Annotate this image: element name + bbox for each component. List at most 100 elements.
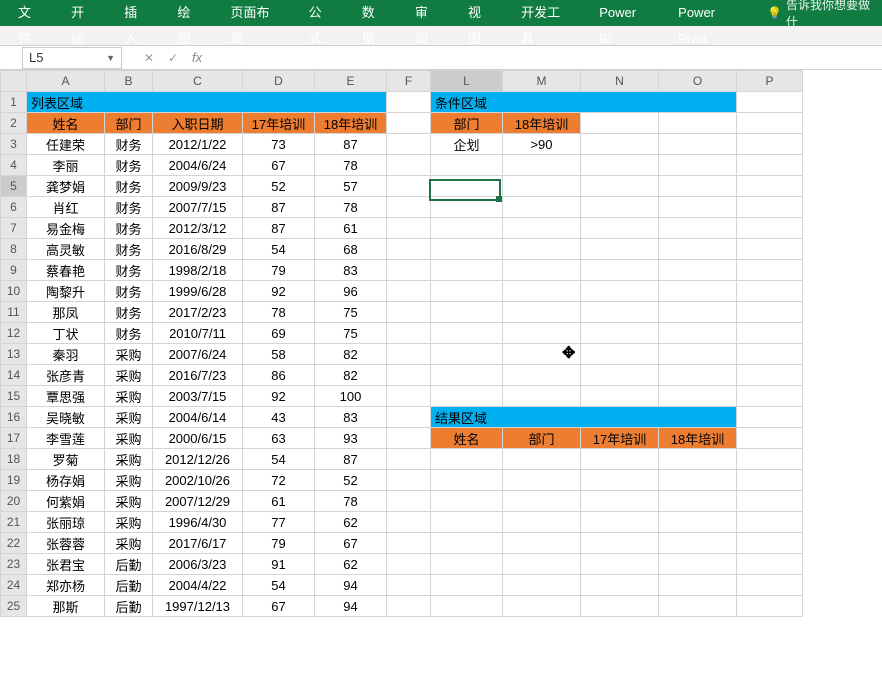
cell[interactable] <box>737 113 803 134</box>
cell[interactable]: 那斯 <box>27 596 105 617</box>
cell[interactable]: 68 <box>315 239 387 260</box>
cell[interactable] <box>737 428 803 449</box>
cell[interactable]: 2016/8/29 <box>153 239 243 260</box>
cell[interactable] <box>581 134 659 155</box>
cell[interactable]: 2003/7/15 <box>153 386 243 407</box>
spreadsheet-grid[interactable]: ABCDEFLMNOP1列表区域条件区域2姓名部门入职日期17年培训18年培训部… <box>0 70 803 617</box>
cell[interactable] <box>659 218 737 239</box>
cell[interactable] <box>503 533 581 554</box>
cell[interactable] <box>387 512 431 533</box>
name-box[interactable]: L5 ▼ <box>22 47 122 69</box>
cell[interactable]: 张君宝 <box>27 554 105 575</box>
cell[interactable]: 2009/9/23 <box>153 176 243 197</box>
row-header[interactable]: 22 <box>1 533 27 554</box>
cell[interactable]: 财务 <box>105 197 153 218</box>
cell[interactable] <box>503 218 581 239</box>
cell[interactable]: 陶黎升 <box>27 281 105 302</box>
ribbon-tab[interactable]: 页面布局 <box>216 0 294 26</box>
col-header[interactable]: O <box>659 71 737 92</box>
cell[interactable]: 2012/3/12 <box>153 218 243 239</box>
cell[interactable] <box>503 197 581 218</box>
cell[interactable]: 77 <box>243 512 315 533</box>
cell[interactable]: 54 <box>243 575 315 596</box>
cell[interactable]: 采购 <box>105 407 153 428</box>
cell[interactable] <box>737 470 803 491</box>
cell[interactable]: 2002/10/26 <box>153 470 243 491</box>
cell[interactable] <box>431 533 503 554</box>
cell[interactable] <box>431 344 503 365</box>
cell[interactable] <box>503 302 581 323</box>
cell[interactable] <box>503 554 581 575</box>
cell[interactable]: 结果区域 <box>431 407 737 428</box>
cell[interactable]: 丁状 <box>27 323 105 344</box>
cell[interactable]: >90 <box>503 134 581 155</box>
ribbon-tab[interactable]: 视图 <box>454 0 507 26</box>
cell[interactable] <box>737 323 803 344</box>
cell[interactable]: 张丽琼 <box>27 512 105 533</box>
cell[interactable]: 2004/6/24 <box>153 155 243 176</box>
row-header[interactable]: 21 <box>1 512 27 533</box>
cell[interactable] <box>431 386 503 407</box>
cell[interactable] <box>431 491 503 512</box>
cell[interactable] <box>581 596 659 617</box>
cell[interactable]: 财务 <box>105 176 153 197</box>
ribbon-tab[interactable]: Power BI <box>585 0 664 26</box>
cell[interactable] <box>659 365 737 386</box>
cell[interactable]: 1999/6/28 <box>153 281 243 302</box>
cell[interactable]: 93 <box>315 428 387 449</box>
cell[interactable] <box>387 554 431 575</box>
cell[interactable] <box>387 302 431 323</box>
cell[interactable] <box>387 197 431 218</box>
cell[interactable] <box>737 302 803 323</box>
cell[interactable] <box>581 281 659 302</box>
cell[interactable]: 2004/4/22 <box>153 575 243 596</box>
cell[interactable]: 87 <box>243 197 315 218</box>
cell[interactable]: 2012/1/22 <box>153 134 243 155</box>
cell[interactable]: 79 <box>243 260 315 281</box>
cell[interactable]: 67 <box>243 155 315 176</box>
row-header[interactable]: 14 <box>1 365 27 386</box>
cell[interactable] <box>387 575 431 596</box>
cell[interactable] <box>503 365 581 386</box>
col-header[interactable]: M <box>503 71 581 92</box>
cell[interactable] <box>737 449 803 470</box>
cell[interactable] <box>387 491 431 512</box>
row-header[interactable]: 25 <box>1 596 27 617</box>
cell[interactable]: 100 <box>315 386 387 407</box>
cell[interactable] <box>737 344 803 365</box>
cell[interactable]: 94 <box>315 596 387 617</box>
cell[interactable]: 后勤 <box>105 596 153 617</box>
cell[interactable] <box>431 197 503 218</box>
cell[interactable]: 86 <box>243 365 315 386</box>
cell[interactable]: 52 <box>243 176 315 197</box>
cell[interactable]: 96 <box>315 281 387 302</box>
cell[interactable] <box>737 134 803 155</box>
cell[interactable]: 张彦青 <box>27 365 105 386</box>
cell[interactable]: 57 <box>315 176 387 197</box>
cell[interactable] <box>431 281 503 302</box>
cell[interactable] <box>659 323 737 344</box>
cell[interactable] <box>581 302 659 323</box>
cell[interactable] <box>659 512 737 533</box>
ribbon-tab[interactable]: 插入 <box>110 0 163 26</box>
cell[interactable]: 1998/2/18 <box>153 260 243 281</box>
cell[interactable] <box>659 596 737 617</box>
cell[interactable]: 财务 <box>105 323 153 344</box>
cell[interactable] <box>387 92 431 113</box>
cell[interactable]: 83 <box>315 407 387 428</box>
cell[interactable]: 82 <box>315 344 387 365</box>
row-header[interactable]: 2 <box>1 113 27 134</box>
cell[interactable] <box>387 218 431 239</box>
col-header[interactable]: N <box>581 71 659 92</box>
cell[interactable]: 83 <box>315 260 387 281</box>
cell[interactable]: 2017/2/23 <box>153 302 243 323</box>
cell[interactable] <box>659 533 737 554</box>
cell[interactable]: 92 <box>243 281 315 302</box>
cell[interactable] <box>659 491 737 512</box>
cell[interactable] <box>387 134 431 155</box>
cell[interactable] <box>387 113 431 134</box>
cell[interactable]: 87 <box>315 449 387 470</box>
cell[interactable]: 财务 <box>105 155 153 176</box>
cell[interactable]: 78 <box>243 302 315 323</box>
cell[interactable]: 63 <box>243 428 315 449</box>
